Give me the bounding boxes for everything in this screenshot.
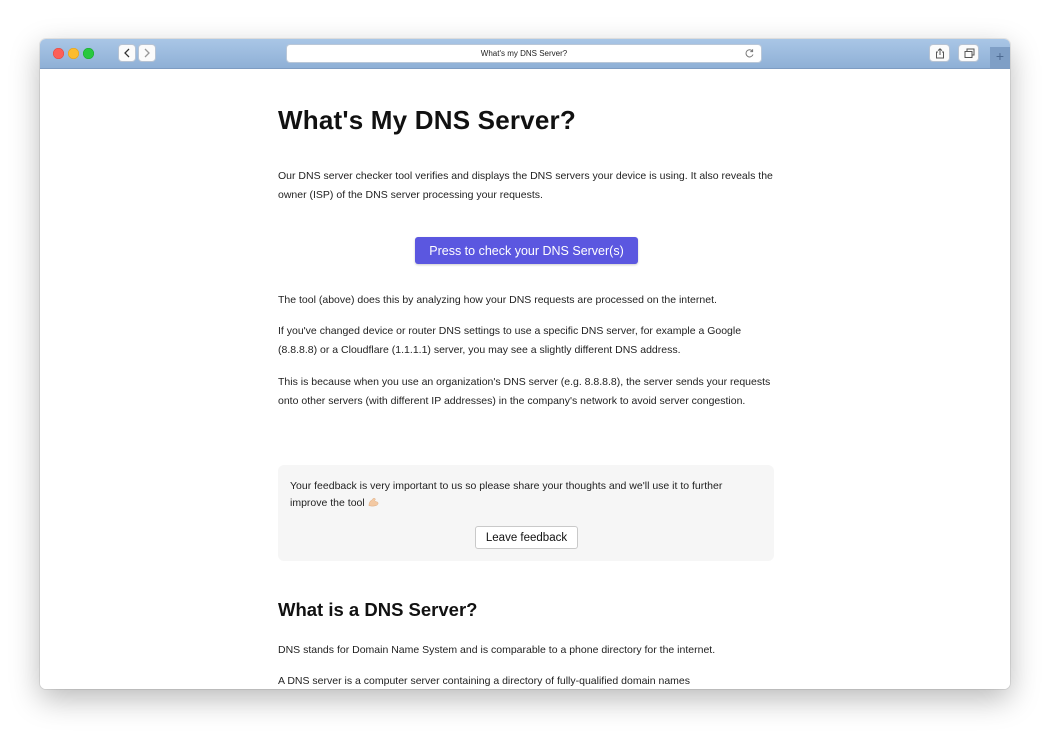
feedback-box: Your feedback is very important to us so…: [278, 465, 774, 561]
reload-icon[interactable]: [744, 48, 755, 59]
intro-paragraph: Our DNS server checker tool verifies and…: [278, 170, 773, 201]
back-button[interactable]: [118, 44, 136, 62]
page-title: What's My DNS Server?: [278, 105, 576, 135]
dns-definition-paragraph: DNS stands for Domain Name System and is…: [278, 644, 716, 656]
feedback-message: Your feedback is very important to us so…: [290, 480, 723, 509]
chevron-left-icon: [124, 48, 130, 58]
tool-description-paragraph: The tool (above) does this by analyzing …: [278, 294, 717, 306]
page-content: What's My DNS Server? Our DNS server che…: [40, 69, 1010, 689]
feedback-text: Your feedback is very important to us so…: [290, 478, 760, 512]
chevron-right-icon: [144, 48, 150, 58]
address-bar[interactable]: What's my DNS Server?: [286, 44, 762, 63]
organization-dns-paragraph: This is because when you use an organiza…: [278, 376, 771, 407]
browser-toolbar: What's my DNS Server? +: [40, 39, 1010, 69]
tabs-icon: [964, 48, 975, 58]
close-window-button[interactable]: [53, 48, 64, 59]
share-button[interactable]: [929, 44, 950, 62]
check-dns-button[interactable]: Press to check your DNS Server(s): [415, 237, 638, 264]
flexed-biceps-icon: [368, 498, 379, 507]
new-tab-button[interactable]: +: [990, 47, 1010, 68]
dns-settings-paragraph: If you've changed device or router DNS s…: [278, 325, 742, 356]
browser-window: What's my DNS Server? + What's My DNS Se…: [40, 39, 1010, 689]
share-icon: [936, 48, 944, 59]
minimize-window-button[interactable]: [68, 48, 79, 59]
section-heading: What is a DNS Server?: [278, 599, 478, 620]
forward-button[interactable]: [138, 44, 156, 62]
address-bar-title: What's my DNS Server?: [480, 49, 568, 58]
leave-feedback-button[interactable]: Leave feedback: [475, 526, 578, 549]
show-tabs-button[interactable]: [958, 44, 979, 62]
dns-server-paragraph: A DNS server is a computer server contai…: [278, 675, 691, 687]
zoom-window-button[interactable]: [83, 48, 94, 59]
